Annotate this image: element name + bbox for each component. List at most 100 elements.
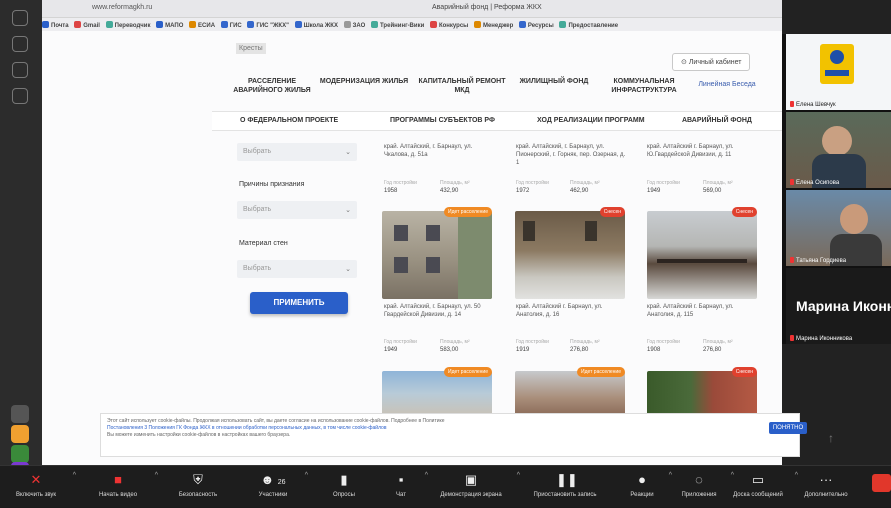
- participant-tile[interactable]: Марина Иконн Марина Иконникова: [786, 268, 891, 344]
- nav-item[interactable]: КАПИТАЛЬНЫЙ РЕМОНТ МКД: [417, 77, 507, 95]
- status-badge: Идет расселение: [576, 367, 625, 377]
- cookie-accept-button[interactable]: ПОНЯТНО: [769, 422, 807, 434]
- apps-button[interactable]: ◌ Приложения ^: [674, 466, 734, 508]
- bookmark[interactable]: Школа ЖКХ: [294, 21, 338, 29]
- bookmark[interactable]: МАПО: [156, 21, 183, 29]
- window: [523, 221, 535, 241]
- nav-item[interactable]: РАССЕЛЕНИЕ АВАРИЙНОГО ЖИЛЬЯ: [227, 77, 317, 95]
- end-meeting-button[interactable]: [872, 474, 891, 492]
- reason-select[interactable]: Выбрать ⌄: [237, 201, 357, 219]
- meetings-icon[interactable]: [12, 62, 28, 78]
- participant-name: Татьяна Гордиева: [796, 258, 847, 264]
- user-icon: ⊙: [681, 59, 689, 66]
- participant-name: Елена Осипова: [796, 180, 840, 186]
- reason-label: Причины признания: [239, 181, 305, 188]
- whiteboards-button[interactable]: ▭ Доска сообщений ^: [728, 466, 798, 508]
- bookmark[interactable]: ЕСИА: [189, 21, 215, 29]
- bookmark[interactable]: Почта: [42, 21, 69, 29]
- plus-icon[interactable]: [11, 445, 29, 463]
- unmute-button[interactable]: ✕ Включить звук ^: [6, 466, 76, 508]
- reactions-icon: ●: [638, 472, 646, 487]
- bookmark[interactable]: Менеджер: [473, 21, 513, 29]
- settings-icon[interactable]: [11, 405, 29, 423]
- bookmark[interactable]: Конкурсы: [429, 21, 468, 29]
- security-button[interactable]: ⛨ Безопасность: [168, 466, 228, 508]
- bookmark[interactable]: Gmail: [74, 21, 100, 29]
- card-address[interactable]: край. Алтайский, г. Барнаул, ул. Чкалова…: [384, 143, 494, 159]
- chevron-up-icon[interactable]: ^: [73, 472, 76, 479]
- reactions-button[interactable]: ● Реакции ^: [622, 466, 672, 508]
- house-photo[interactable]: [647, 371, 757, 416]
- bookmark[interactable]: ГИС: [220, 21, 242, 29]
- zoom-side-panel: [0, 0, 42, 470]
- nav-item[interactable]: КОММУНАЛЬНАЯ ИНФРАСТРУКТУРА: [599, 77, 689, 95]
- bookmark[interactable]: ЗАО: [343, 21, 365, 29]
- house-photo[interactable]: [515, 211, 625, 299]
- share-screen-icon: ▣: [464, 472, 478, 487]
- participant-tile[interactable]: Елена Осипова: [786, 112, 891, 188]
- muted-mic-icon: [790, 335, 794, 341]
- start-video-button[interactable]: ■ Начать видео ^: [88, 466, 158, 508]
- participants-icon: ☻: [260, 472, 275, 487]
- participant-tile[interactable]: Елена Шевчук: [786, 34, 891, 110]
- chevron-up-icon[interactable]: ^: [305, 472, 308, 479]
- pause-share-button[interactable]: ❚❚ Приостановить запись: [522, 466, 608, 508]
- card-address[interactable]: край. Алтайский, г. Барнаул, ул. Пионерс…: [516, 143, 626, 167]
- cookie-link[interactable]: Постановления 3 Положения ГК Фонда ЖКХ в…: [107, 425, 793, 432]
- card-area-label: Площадь, м²: [440, 339, 470, 345]
- contacts-icon[interactable]: [12, 88, 28, 104]
- bookmark-icon: [429, 21, 437, 28]
- bookmark[interactable]: ГИС "ЖКХ": [247, 21, 289, 29]
- polls-button[interactable]: ▮ Опросы: [322, 466, 366, 508]
- card-address[interactable]: край. Алтайский г. Барнаул, ул. Анатолия…: [516, 303, 626, 319]
- more-button[interactable]: ··· Дополнительно: [796, 466, 856, 508]
- participant-tile[interactable]: Татьяна Гордиева: [786, 190, 891, 266]
- house-photo[interactable]: [382, 371, 492, 416]
- nav-item[interactable]: ЖИЛИЩНЫЙ ФОНД: [509, 77, 599, 86]
- card-address[interactable]: край. Алтайский, г. Барнаул, ул. 50 Гвар…: [384, 303, 494, 319]
- nav-item[interactable]: МОДЕРНИЗАЦИЯ ЖИЛЬЯ: [319, 77, 409, 86]
- window: [426, 257, 440, 273]
- chevron-up-icon[interactable]: ^: [425, 472, 428, 479]
- chevron-up-icon[interactable]: ^: [669, 472, 672, 479]
- personal-cabinet-button[interactable]: ⊙ Личный кабинет: [672, 53, 751, 71]
- participant-name: Елена Шевчук: [796, 102, 836, 108]
- chevron-up-icon[interactable]: ^: [517, 472, 520, 479]
- house-photo[interactable]: [515, 371, 625, 416]
- cookie-text: Вы можете изменить настройки cookie-файл…: [107, 432, 291, 438]
- notification-icon[interactable]: [11, 425, 29, 443]
- house-photo[interactable]: [382, 211, 492, 299]
- subnav-item[interactable]: ПРОГРАММЫ СУБЪЕКТОВ РФ: [390, 117, 495, 124]
- home-icon[interactable]: [12, 10, 28, 26]
- bookmark[interactable]: Предоставление: [559, 21, 618, 29]
- walls-select[interactable]: Выбрать ⌄: [237, 260, 357, 278]
- chat-button[interactable]: ▪ Чат ^: [384, 466, 428, 508]
- site-logo[interactable]: Кресты: [236, 43, 266, 54]
- chevron-up-icon[interactable]: ^: [155, 472, 158, 479]
- card-address[interactable]: край. Алтайский г. Барнаул, ул. Ю.Гварде…: [647, 143, 757, 159]
- chat-icon[interactable]: [12, 36, 28, 52]
- address-bar[interactable]: www.reformagkh.ru: [92, 4, 152, 11]
- share-screen-button[interactable]: ▣ Демонстрация экрана ^: [432, 466, 520, 508]
- card-year-label: Год постройки: [384, 339, 417, 345]
- bookmark[interactable]: Ресурсы: [518, 21, 554, 29]
- bookmark-icon: [156, 21, 164, 28]
- filter-select[interactable]: Выбрать ⌄: [237, 143, 357, 161]
- nav-item[interactable]: Линейная Беседа: [682, 80, 772, 89]
- cookie-text: Этот сайт использует cookie-файлы. Продо…: [107, 418, 445, 424]
- scroll-top-icon[interactable]: ↑: [828, 431, 834, 445]
- participant-display-name: Марина Иконн: [796, 298, 891, 314]
- card-year-label: Год постройки: [516, 339, 549, 345]
- bookmark[interactable]: Трейнинг-Вики: [371, 21, 424, 29]
- card-address[interactable]: край. Алтайский г. Барнаул, ул. Анатолия…: [647, 303, 757, 319]
- bookmark[interactable]: Переводчик: [105, 21, 150, 29]
- subnav-item[interactable]: ХОД РЕАЛИЗАЦИИ ПРОГРАММ: [537, 117, 645, 124]
- apps-icon: ◌: [695, 472, 703, 487]
- card-area-label: Площадь, м²: [570, 339, 600, 345]
- card-area-label: Площадь, м²: [703, 339, 733, 345]
- participants-button[interactable]: ☻ 26 Участники ^: [248, 466, 308, 508]
- subnav-item[interactable]: АВАРИЙНЫЙ ФОНД: [682, 117, 752, 124]
- subnav-item[interactable]: О ФЕДЕРАЛЬНОМ ПРОЕКТЕ: [240, 117, 338, 124]
- apply-button[interactable]: ПРИМЕНИТЬ: [250, 292, 348, 314]
- house-photo[interactable]: [647, 211, 757, 299]
